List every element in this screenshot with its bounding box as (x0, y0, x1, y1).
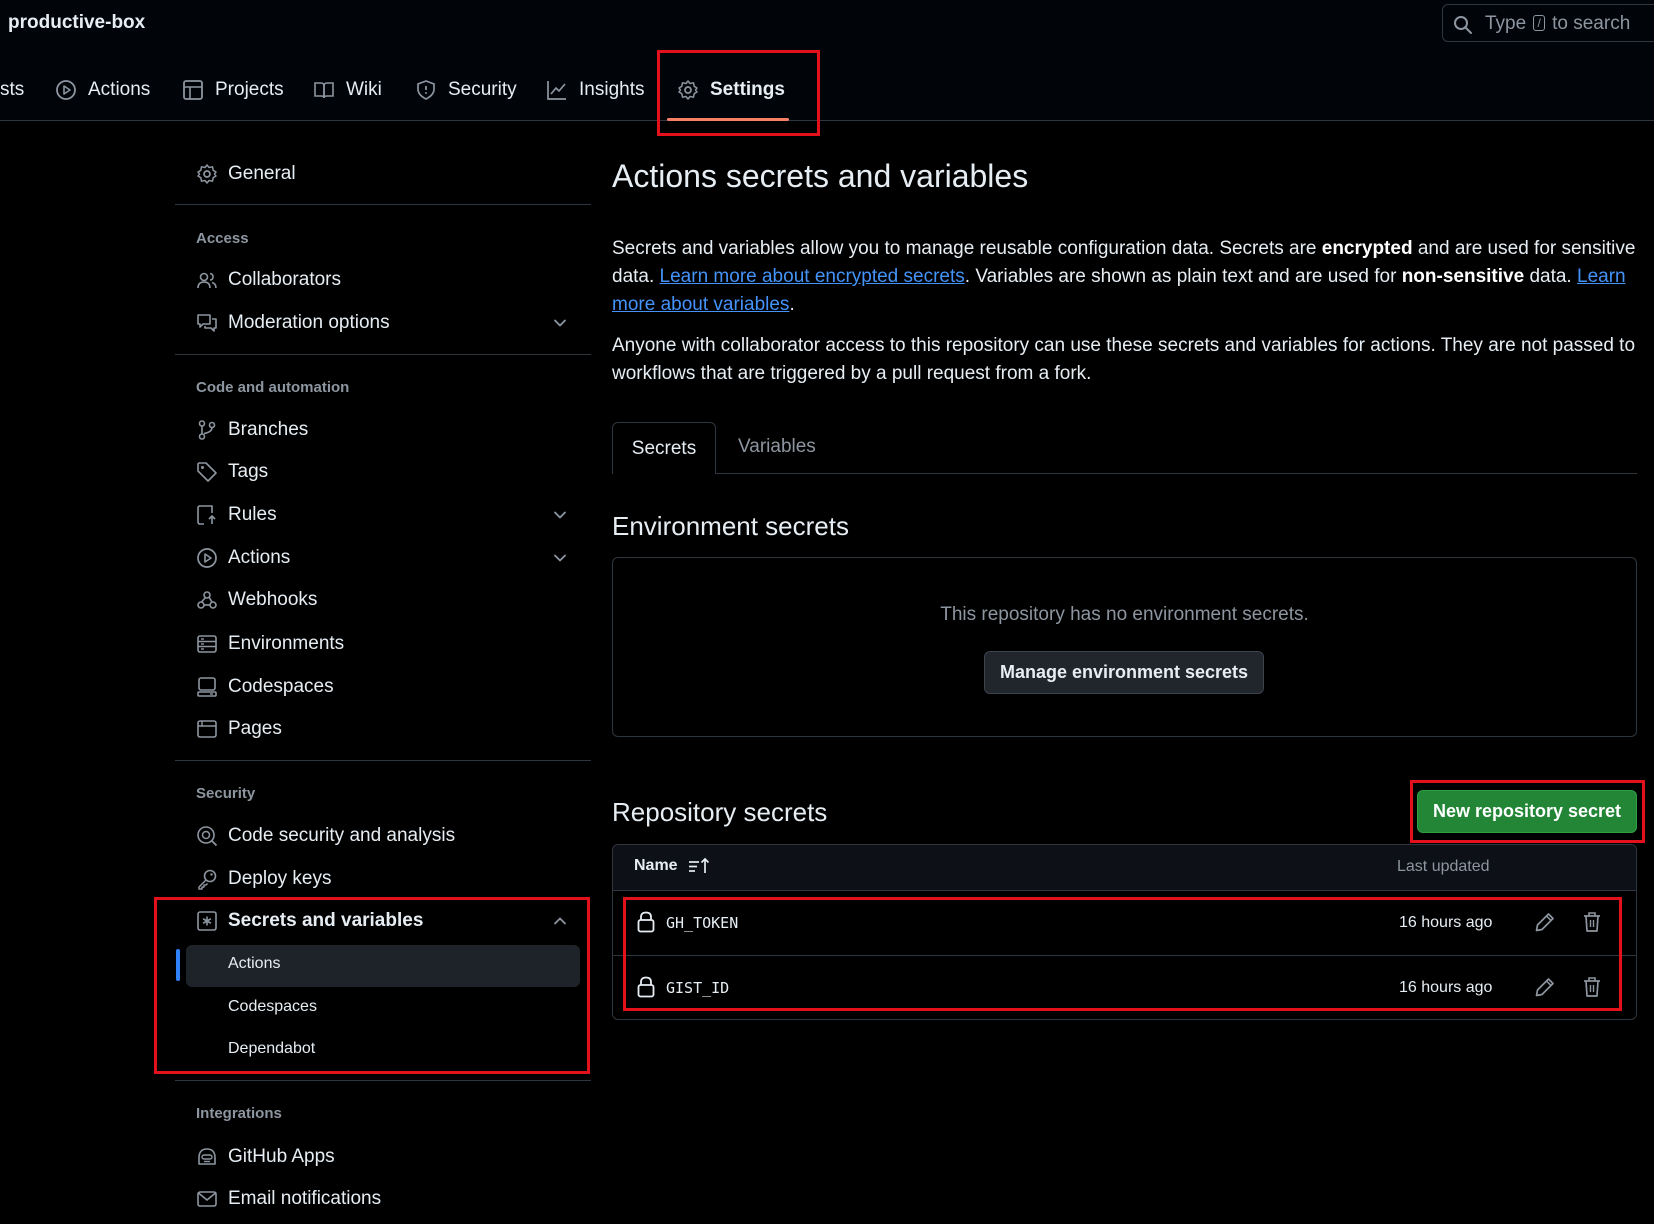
secret-last-updated: 16 hours ago (1399, 979, 1493, 996)
section-heading-integrations: Integrations (196, 1105, 282, 1122)
tab-settings[interactable]: Settings (677, 72, 785, 108)
tab-wiki[interactable]: Wiki (313, 72, 382, 108)
tag-icon (196, 461, 218, 483)
sidebar-item-environments[interactable]: Environments (196, 627, 344, 661)
play-circle-icon (196, 547, 218, 569)
sidebar-subitem-codespaces[interactable]: Codespaces (228, 998, 317, 1016)
repo-push-icon (196, 504, 218, 526)
sidebar-item-branches[interactable]: Branches (196, 413, 308, 447)
sidebar-item-collaborators[interactable]: Collaborators (196, 263, 341, 297)
sidebar-item-general[interactable]: General (196, 157, 296, 191)
pencil-icon[interactable] (1534, 976, 1556, 998)
people-icon (196, 269, 218, 291)
new-repository-secret-button[interactable]: New repository secret (1417, 790, 1637, 833)
pencil-icon[interactable] (1534, 911, 1556, 933)
hubot-icon (196, 1146, 218, 1168)
sidebar-item-actions[interactable]: Actions (196, 541, 290, 575)
sidebar-item-code-security-analysis[interactable]: Code security and analysis (196, 819, 455, 853)
sidebar-item-email-notifications[interactable]: Email notifications (196, 1182, 381, 1216)
tab-projects[interactable]: Projects (182, 72, 284, 108)
play-circle-icon (55, 79, 77, 101)
sidebar-divider (175, 354, 591, 355)
webhook-icon (196, 589, 218, 611)
browser-icon (196, 718, 218, 740)
column-header-last-updated: Last updated (1397, 858, 1490, 875)
learn-more-encrypted-secrets-link[interactable]: Learn more about encrypted secrets (660, 266, 965, 287)
search-shortcut-key: / (1533, 15, 1545, 31)
selected-item-indicator (176, 949, 180, 981)
manage-environment-secrets-button[interactable]: Manage environment secrets (984, 651, 1264, 694)
server-icon (196, 633, 218, 655)
repo-name[interactable]: productive-box (8, 12, 145, 34)
sidebar-divider (175, 760, 591, 761)
tab-insights[interactable]: Insights (546, 72, 644, 108)
search-icon (1453, 15, 1473, 35)
chevron-down-icon[interactable] (552, 550, 568, 566)
gear-icon (677, 79, 699, 101)
section-heading-security: Security (196, 785, 256, 802)
sidebar-item-tags[interactable]: Tags (196, 455, 268, 489)
tab-pull-requests[interactable]: sts (0, 72, 24, 108)
codespaces-icon (196, 676, 218, 698)
lock-icon (637, 976, 655, 998)
sort-ascending-icon[interactable] (688, 857, 710, 875)
tabs-divider (612, 473, 1637, 474)
sidebar-divider (175, 204, 591, 205)
book-icon (313, 79, 335, 101)
active-tab-underline (667, 118, 789, 121)
sidebar-subitem-actions[interactable]: Actions (228, 955, 280, 973)
description-secrets-variables: Secrets and variables allow you to manag… (612, 238, 1636, 315)
chevron-up-icon[interactable] (552, 913, 568, 929)
tab-secrets[interactable]: Secrets (612, 422, 716, 474)
repository-secrets-heading: Repository secrets (612, 797, 828, 827)
sidebar-item-pages[interactable]: Pages (196, 712, 282, 746)
mail-icon (196, 1188, 218, 1210)
tab-variables[interactable]: Variables (738, 436, 816, 458)
secret-name: GIST_ID (666, 979, 730, 997)
asterisk-box-icon (196, 910, 218, 932)
search-input[interactable]: Type / to search (1442, 4, 1654, 42)
sidebar-subitem-dependabot[interactable]: Dependabot (228, 1040, 315, 1058)
section-heading-code-automation: Code and automation (196, 379, 350, 396)
environment-secrets-box (612, 557, 1637, 737)
gear-icon (196, 163, 218, 185)
sidebar-item-moderation-options[interactable]: Moderation options (196, 306, 390, 340)
git-branch-icon (196, 419, 218, 441)
table-icon (182, 79, 204, 101)
environment-secrets-empty-message: This repository has no environment secre… (940, 604, 1309, 625)
section-heading-access: Access (196, 230, 249, 247)
sidebar-item-deploy-keys[interactable]: Deploy keys (196, 862, 332, 896)
sidebar-item-github-apps[interactable]: GitHub Apps (196, 1140, 335, 1174)
secret-name: GH_TOKEN (666, 914, 739, 932)
sidebar-item-rules[interactable]: Rules (196, 498, 277, 532)
page-title: Actions secrets and variables (612, 158, 1029, 194)
secret-last-updated: 16 hours ago (1399, 914, 1493, 931)
comment-discussion-icon (196, 312, 218, 334)
sidebar-divider (175, 1080, 591, 1081)
chevron-down-icon[interactable] (552, 507, 568, 523)
column-header-name[interactable]: Name (634, 857, 710, 875)
sidebar-item-webhooks[interactable]: Webhooks (196, 583, 317, 617)
trash-icon[interactable] (1583, 911, 1601, 933)
sidebar-item-codespaces[interactable]: Codespaces (196, 670, 334, 704)
shield-icon (415, 79, 437, 101)
key-icon (196, 868, 218, 890)
environment-secrets-heading: Environment secrets (612, 511, 849, 541)
search-placeholder: Type / to search (1485, 13, 1631, 34)
graph-icon (546, 79, 568, 101)
description-collaborator-access: Anyone with collaborator access to this … (612, 335, 1636, 384)
trash-icon[interactable] (1583, 976, 1601, 998)
tab-actions[interactable]: Actions (55, 72, 150, 108)
codescan-icon (196, 825, 218, 847)
lock-icon (637, 911, 655, 933)
tab-security[interactable]: Security (415, 72, 517, 108)
sidebar-item-secrets-and-variables[interactable]: Secrets and variables (196, 904, 423, 938)
row-divider (613, 955, 1636, 956)
chevron-down-icon[interactable] (552, 315, 568, 331)
